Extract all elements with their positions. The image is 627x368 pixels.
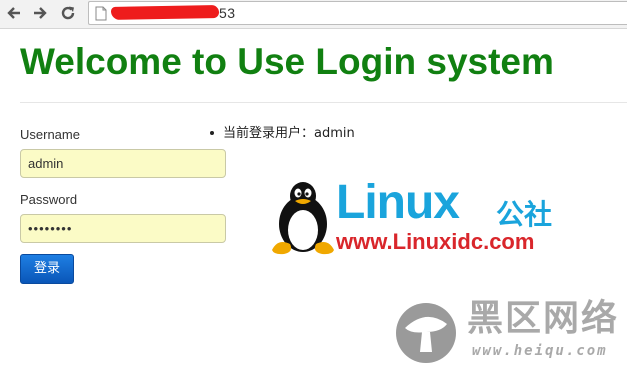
password-input[interactable]: ••••••••: [20, 214, 226, 243]
divider: [20, 102, 627, 103]
tux-penguin-icon: [272, 182, 334, 255]
page-title: Welcome to Use Login system: [20, 41, 554, 82]
arrow-right-icon: [34, 7, 47, 19]
heiqu-mushroom-icon: [396, 303, 456, 363]
password-label: Password: [20, 192, 78, 207]
heiqu-url-text: www.heiqu.com: [472, 343, 608, 359]
arrow-left-icon: [7, 7, 20, 19]
browser-toolbar: 53: [0, 0, 627, 29]
page-icon: [95, 6, 107, 21]
back-button[interactable]: [4, 3, 24, 23]
reload-button[interactable]: [58, 3, 78, 23]
linux-brand-text: Linux: [336, 176, 460, 229]
reload-icon: [61, 6, 75, 20]
login-button[interactable]: 登录: [20, 254, 74, 284]
address-bar[interactable]: 53: [88, 1, 627, 25]
forward-button[interactable]: [30, 3, 50, 23]
heiqu-brand-cn-text: 黑区网络: [467, 298, 620, 339]
current-user-text: 当前登录用户：admin: [223, 126, 355, 141]
username-input[interactable]: admin: [20, 149, 226, 178]
linux-brand-cn-text: 公社: [496, 198, 553, 231]
bullet: [210, 130, 214, 135]
linux-url-text: www.Linuxidc.com: [336, 229, 535, 254]
username-label: Username: [20, 127, 80, 142]
redaction-scribble: [110, 5, 220, 20]
current-user-item: 当前登录用户：admin: [210, 126, 355, 142]
